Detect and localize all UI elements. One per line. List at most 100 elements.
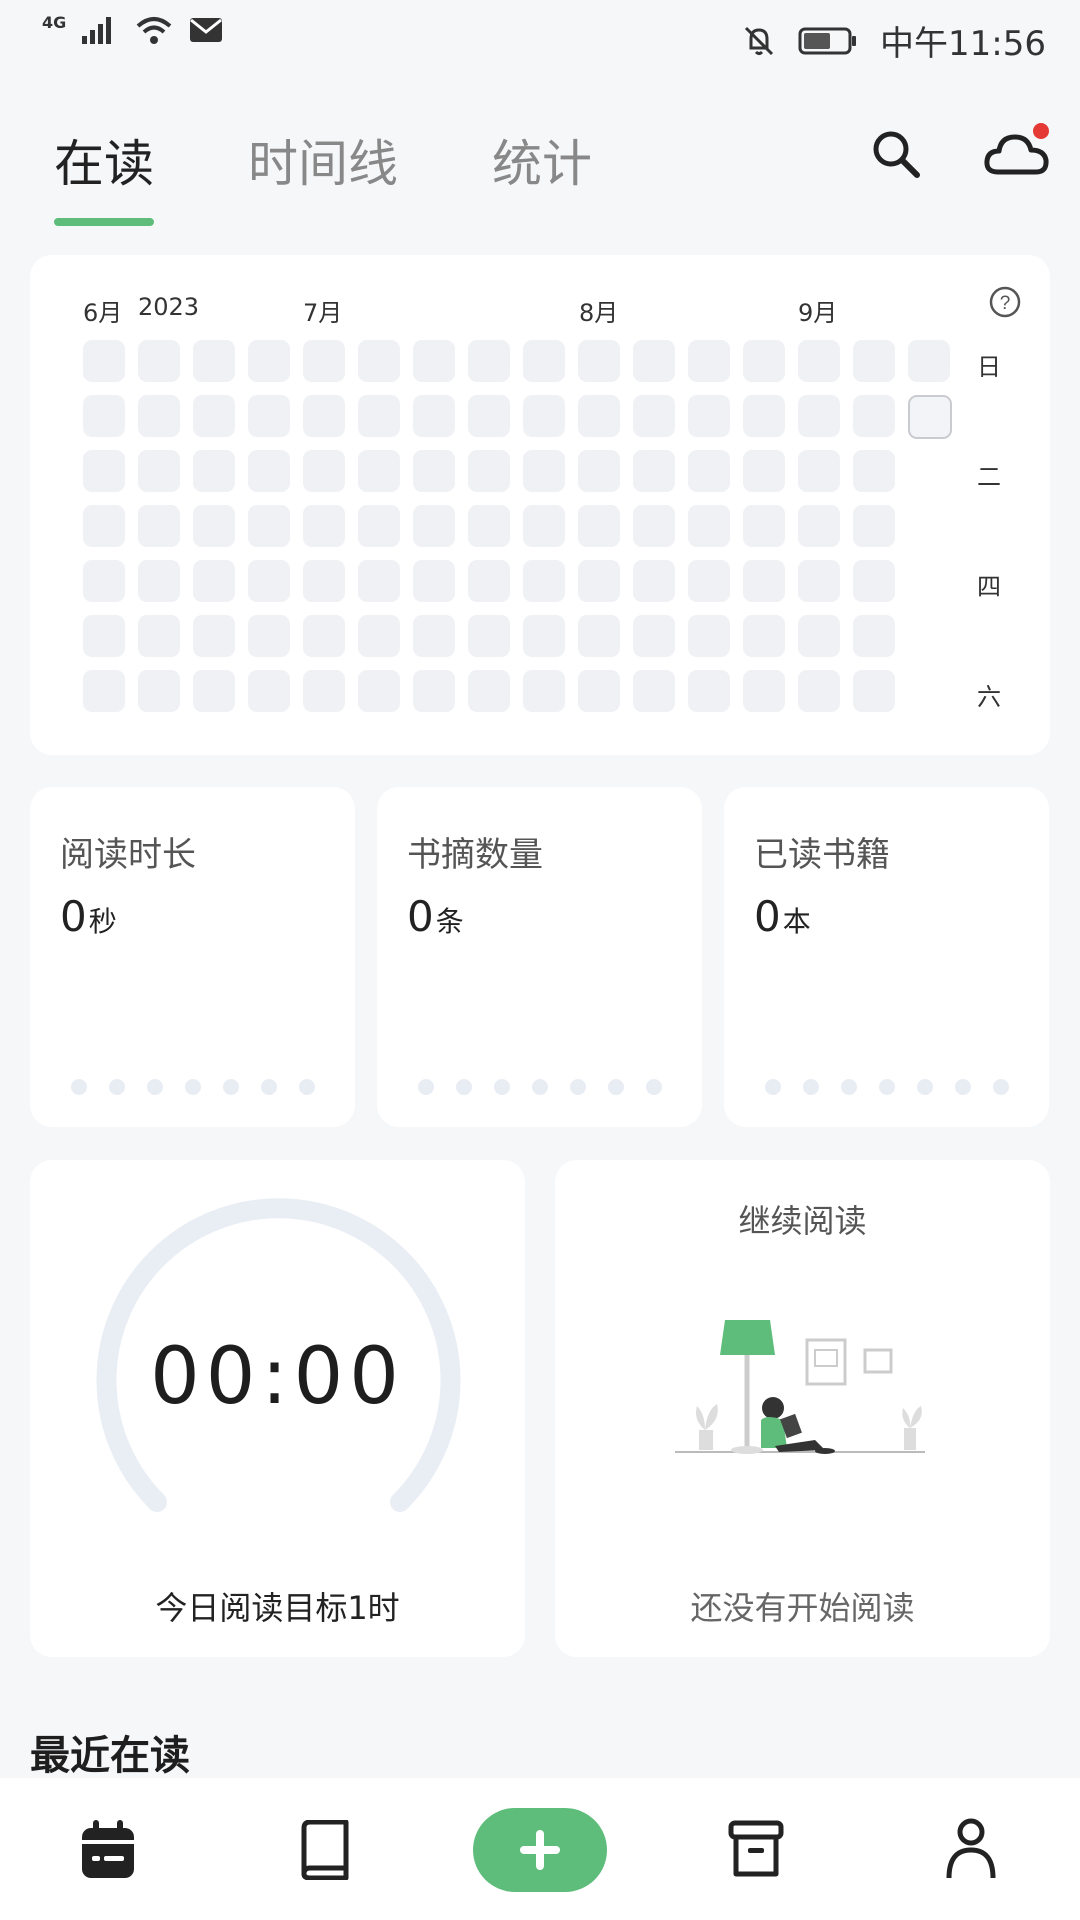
heatmap-cell[interactable] [358, 670, 400, 712]
heatmap-cell[interactable] [468, 615, 510, 657]
heatmap-cell[interactable] [688, 340, 730, 382]
heatmap-cell[interactable] [853, 340, 895, 382]
profile-icon[interactable] [943, 1816, 999, 1882]
heatmap-cell[interactable] [248, 670, 290, 712]
heatmap-cell[interactable] [413, 615, 455, 657]
heatmap-cell[interactable] [138, 505, 180, 547]
heatmap-cell[interactable] [743, 615, 785, 657]
heatmap-cell[interactable] [523, 505, 565, 547]
heatmap-cell[interactable] [743, 450, 785, 492]
heatmap-cell[interactable] [138, 670, 180, 712]
reading-timer-card[interactable]: 00:00 今日阅读目标1时 [30, 1160, 525, 1657]
heatmap-cell[interactable] [578, 505, 620, 547]
heatmap-cell[interactable] [798, 560, 840, 602]
heatmap-cell[interactable] [413, 670, 455, 712]
heatmap-cell[interactable] [83, 395, 125, 437]
heatmap-cell[interactable] [633, 340, 675, 382]
heatmap-cell[interactable] [303, 560, 345, 602]
heatmap-cell[interactable] [853, 560, 895, 602]
heatmap-cell[interactable] [578, 670, 620, 712]
heatmap-cell[interactable] [193, 670, 235, 712]
heatmap-cell[interactable] [853, 615, 895, 657]
heatmap-cell[interactable] [193, 505, 235, 547]
heatmap-cell[interactable] [798, 395, 840, 437]
heatmap-cell[interactable] [523, 560, 565, 602]
heatmap-cell[interactable] [358, 505, 400, 547]
heatmap-cell[interactable] [193, 395, 235, 437]
heatmap-cell[interactable] [523, 450, 565, 492]
heatmap-cell[interactable] [688, 395, 730, 437]
heatmap-cell[interactable] [743, 505, 785, 547]
heatmap-cell[interactable] [83, 560, 125, 602]
tab-stats[interactable]: 统计 [492, 124, 592, 196]
heatmap-cell[interactable] [303, 670, 345, 712]
heatmap-cell[interactable] [798, 505, 840, 547]
heatmap-cell[interactable] [358, 560, 400, 602]
heatmap-cell[interactable] [743, 340, 785, 382]
tab-reading[interactable]: 在读 [54, 124, 154, 226]
heatmap-cell[interactable] [138, 615, 180, 657]
heatmap-cell[interactable] [578, 450, 620, 492]
heatmap-cell[interactable] [853, 505, 895, 547]
heatmap-cell[interactable] [743, 670, 785, 712]
book-icon[interactable] [298, 1820, 350, 1880]
heatmap-cell[interactable] [138, 450, 180, 492]
heatmap-cell[interactable] [688, 505, 730, 547]
stat-card-reading-time[interactable]: 阅读时长 0秒 [30, 787, 355, 1127]
heatmap-cell[interactable] [578, 560, 620, 602]
heatmap-cell[interactable] [468, 450, 510, 492]
heatmap-cell[interactable] [413, 505, 455, 547]
heatmap-cell[interactable] [523, 340, 565, 382]
heatmap-cell[interactable] [853, 395, 895, 437]
heatmap-cell[interactable] [303, 340, 345, 382]
heatmap-cell[interactable] [303, 505, 345, 547]
cloud-sync-icon[interactable] [984, 120, 1052, 182]
heatmap-cell[interactable] [358, 340, 400, 382]
heatmap-cell[interactable] [413, 395, 455, 437]
heatmap-cell[interactable] [578, 395, 620, 437]
heatmap-cell[interactable] [248, 395, 290, 437]
heatmap-cell[interactable] [83, 615, 125, 657]
heatmap-cell[interactable] [193, 340, 235, 382]
heatmap-cell[interactable] [358, 395, 400, 437]
heatmap-cell[interactable] [688, 450, 730, 492]
heatmap-cell[interactable] [138, 340, 180, 382]
archive-icon[interactable] [728, 1820, 784, 1878]
help-icon[interactable]: ? [988, 285, 1022, 319]
heatmap-cell[interactable] [193, 450, 235, 492]
heatmap-cell[interactable] [468, 560, 510, 602]
heatmap-cell[interactable] [633, 450, 675, 492]
heatmap-cell[interactable] [633, 395, 675, 437]
heatmap-cell[interactable] [798, 615, 840, 657]
heatmap-cell[interactable] [248, 340, 290, 382]
heatmap-cell[interactable] [413, 560, 455, 602]
stat-card-excerpts[interactable]: 书摘数量 0条 [377, 787, 702, 1127]
heatmap-cell[interactable] [248, 505, 290, 547]
heatmap-cell[interactable] [248, 560, 290, 602]
heatmap-cell[interactable] [193, 615, 235, 657]
heatmap-cell[interactable] [83, 670, 125, 712]
heatmap-cell[interactable] [908, 340, 950, 382]
heatmap-cell[interactable] [413, 450, 455, 492]
heatmap-cell[interactable] [798, 670, 840, 712]
heatmap-cell[interactable] [688, 670, 730, 712]
heatmap-cell[interactable] [83, 450, 125, 492]
stat-card-books-read[interactable]: 已读书籍 0本 [724, 787, 1049, 1127]
heatmap-cell[interactable] [303, 395, 345, 437]
add-button[interactable] [473, 1808, 607, 1892]
heatmap-cell[interactable] [633, 670, 675, 712]
heatmap-cell[interactable] [468, 340, 510, 382]
heatmap-cell[interactable] [798, 340, 840, 382]
heatmap-cell[interactable] [248, 450, 290, 492]
continue-reading-card[interactable]: 继续阅读 还没有开始阅读 [555, 1160, 1050, 1657]
heatmap-cell[interactable] [523, 615, 565, 657]
heatmap-cell[interactable] [138, 395, 180, 437]
heatmap-cell[interactable] [83, 505, 125, 547]
heatmap-cell[interactable] [688, 560, 730, 602]
search-icon[interactable] [870, 128, 922, 180]
heatmap-cell[interactable] [138, 560, 180, 602]
heatmap-cell[interactable] [303, 450, 345, 492]
heatmap-cell[interactable] [468, 670, 510, 712]
heatmap-cell-today[interactable] [908, 395, 952, 439]
heatmap-cell[interactable] [358, 450, 400, 492]
